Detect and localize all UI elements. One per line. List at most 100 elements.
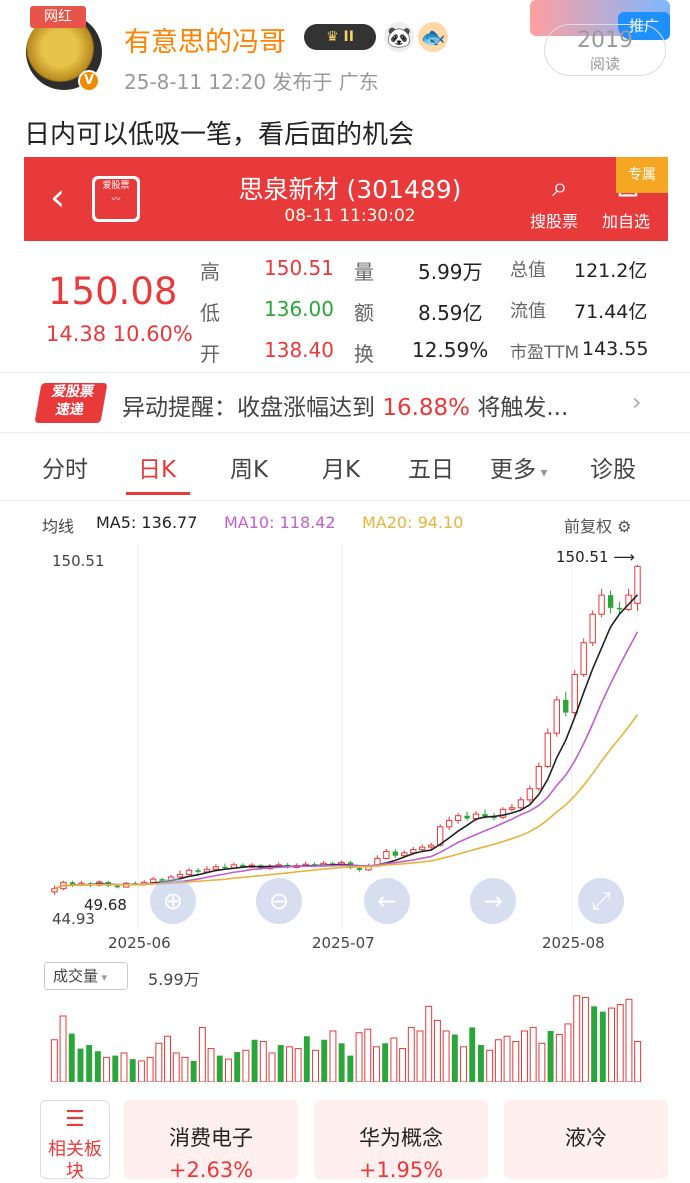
sector-tile-huawei[interactable]: 华为概念 +1.95% [314,1100,488,1182]
volume-bar [277,1045,284,1082]
volume-bar [460,1046,467,1082]
volume-bar [112,1055,119,1082]
stock-time: 08-11 11:30:02 [284,206,416,226]
candle-body [212,866,220,870]
sector-pct: +2.63% [168,1158,254,1182]
volume-bar [564,1023,572,1082]
tab-intraday[interactable]: 分时 [42,450,88,484]
price-change: 14.38 10.60% [46,322,193,346]
search-stock-button[interactable]: 搜股票 [530,208,578,232]
volume-bar [259,1041,267,1082]
gear-icon: ⚙ [617,517,632,536]
alert-text[interactable]: 异动提醒：收盘涨幅达到 16.88% 将触发... [122,388,568,422]
app-logo-icon: 爱股票〰 [92,176,140,222]
chart-max-value: 150.51 [556,548,609,566]
tab-more-label: 更多 [490,457,536,483]
tab-diagnosis[interactable]: 诊股 [590,450,636,484]
volume-bar [547,1030,554,1082]
volume-bar [155,1042,163,1082]
volume-bar [50,1039,58,1082]
volume-bar [234,1052,241,1082]
indicator-selector[interactable]: 成交量 ▾ [44,962,128,990]
volume-bar [529,1026,537,1082]
kline-chart[interactable] [40,545,652,930]
post-meta: 25-8-11 12:20 发布于 广东 [124,70,379,94]
volume-bar [129,1059,136,1082]
candle-body [383,851,390,860]
volume-bar [616,1004,624,1082]
ma-label: 均线 [42,517,75,536]
volume-bar [399,1048,407,1082]
tab-weekly-k[interactable]: 周K [230,450,268,484]
volume-bar [329,1030,337,1082]
tab-daily-k[interactable]: 日K [138,450,176,484]
candle-body [464,815,470,819]
tab-more[interactable]: 更多 ▾ [490,450,547,484]
volume-bar [477,1045,484,1082]
candle-body [69,882,76,885]
candle-body [149,878,157,883]
quote-value-turnover: 12.59% [412,338,489,362]
volume-bar [225,1058,232,1082]
quote-value-open: 138.40 [264,338,334,362]
quote-label-pe: 市盈TTM [510,343,580,363]
volume-bar [181,1056,189,1082]
volume-bar [164,1035,171,1082]
read-count-label: 阅读 [589,55,620,73]
candle-body [176,873,184,878]
volume-bar [573,995,581,1082]
add-watchlist-button[interactable]: 加自选 [602,208,650,232]
volume-bar [303,1036,310,1082]
candle-body [51,888,58,893]
candle-body [607,595,614,608]
candle-body [563,699,569,713]
quote-label-high: 高 [200,260,220,284]
volume-bar [608,1007,615,1082]
quote-label-amount: 额 [354,301,374,325]
candle-body [114,885,120,888]
tab-monthly-k[interactable]: 月K [322,450,360,484]
volume-bar [77,1048,84,1082]
volume-bar [347,1055,354,1082]
quote-value-amount: 8.59亿 [418,301,483,325]
chevron-right-icon[interactable]: › [632,388,642,416]
zoom-out-icon[interactable]: ⊖ [256,878,302,924]
alert-prefix: 异动提醒：收盘涨幅达到 [122,395,383,421]
tab-five-day[interactable]: 五日 [408,450,454,484]
volume-bar [407,1026,415,1082]
zoom-in-icon[interactable]: ⊕ [150,878,196,924]
search-icon[interactable]: ⌕ [540,170,580,204]
volume-bar [512,1041,520,1082]
volume-bar [503,1035,511,1082]
next-arrow-icon[interactable]: → [470,878,516,924]
volume-bar [373,1046,380,1082]
panda-icon: 🐼 [384,22,414,52]
volume-bar [625,998,633,1082]
volume-bar [364,1028,372,1082]
volume-bar [294,1048,302,1082]
back-arrow-icon[interactable]: ‹ [50,178,65,216]
volume-bar [321,1039,328,1082]
related-sectors-button[interactable]: ☰ 相关板块 [40,1100,110,1182]
candle-body [517,799,525,809]
candle-body [598,594,605,615]
quote-label-turnover: 换 [354,342,374,366]
volume-bar [581,997,589,1082]
candle-body [428,844,435,848]
username[interactable]: 有意思的冯哥 [124,20,286,59]
volume-bar [242,1049,250,1082]
quote-label-open: 开 [200,342,220,366]
alert-highlight: 16.88% [382,395,471,421]
prev-arrow-icon[interactable]: ← [364,878,410,924]
fullscreen-icon[interactable]: ⤢ [578,878,624,924]
adjust-selector[interactable]: 前复权 ⚙ [564,513,631,537]
volume-bar [68,1033,75,1082]
volume-bar [216,1055,223,1082]
sector-tile-liquid-cooling[interactable]: 液冷 [504,1100,668,1179]
sector-name: 液冷 [565,1126,607,1150]
volume-bar [207,1048,215,1082]
volume-bar [442,1030,450,1082]
volume-bar [591,1006,598,1082]
sector-tile-consumer-electronics[interactable]: 消费电子 +2.63% [124,1100,298,1182]
current-price: 150.08 [48,270,178,313]
